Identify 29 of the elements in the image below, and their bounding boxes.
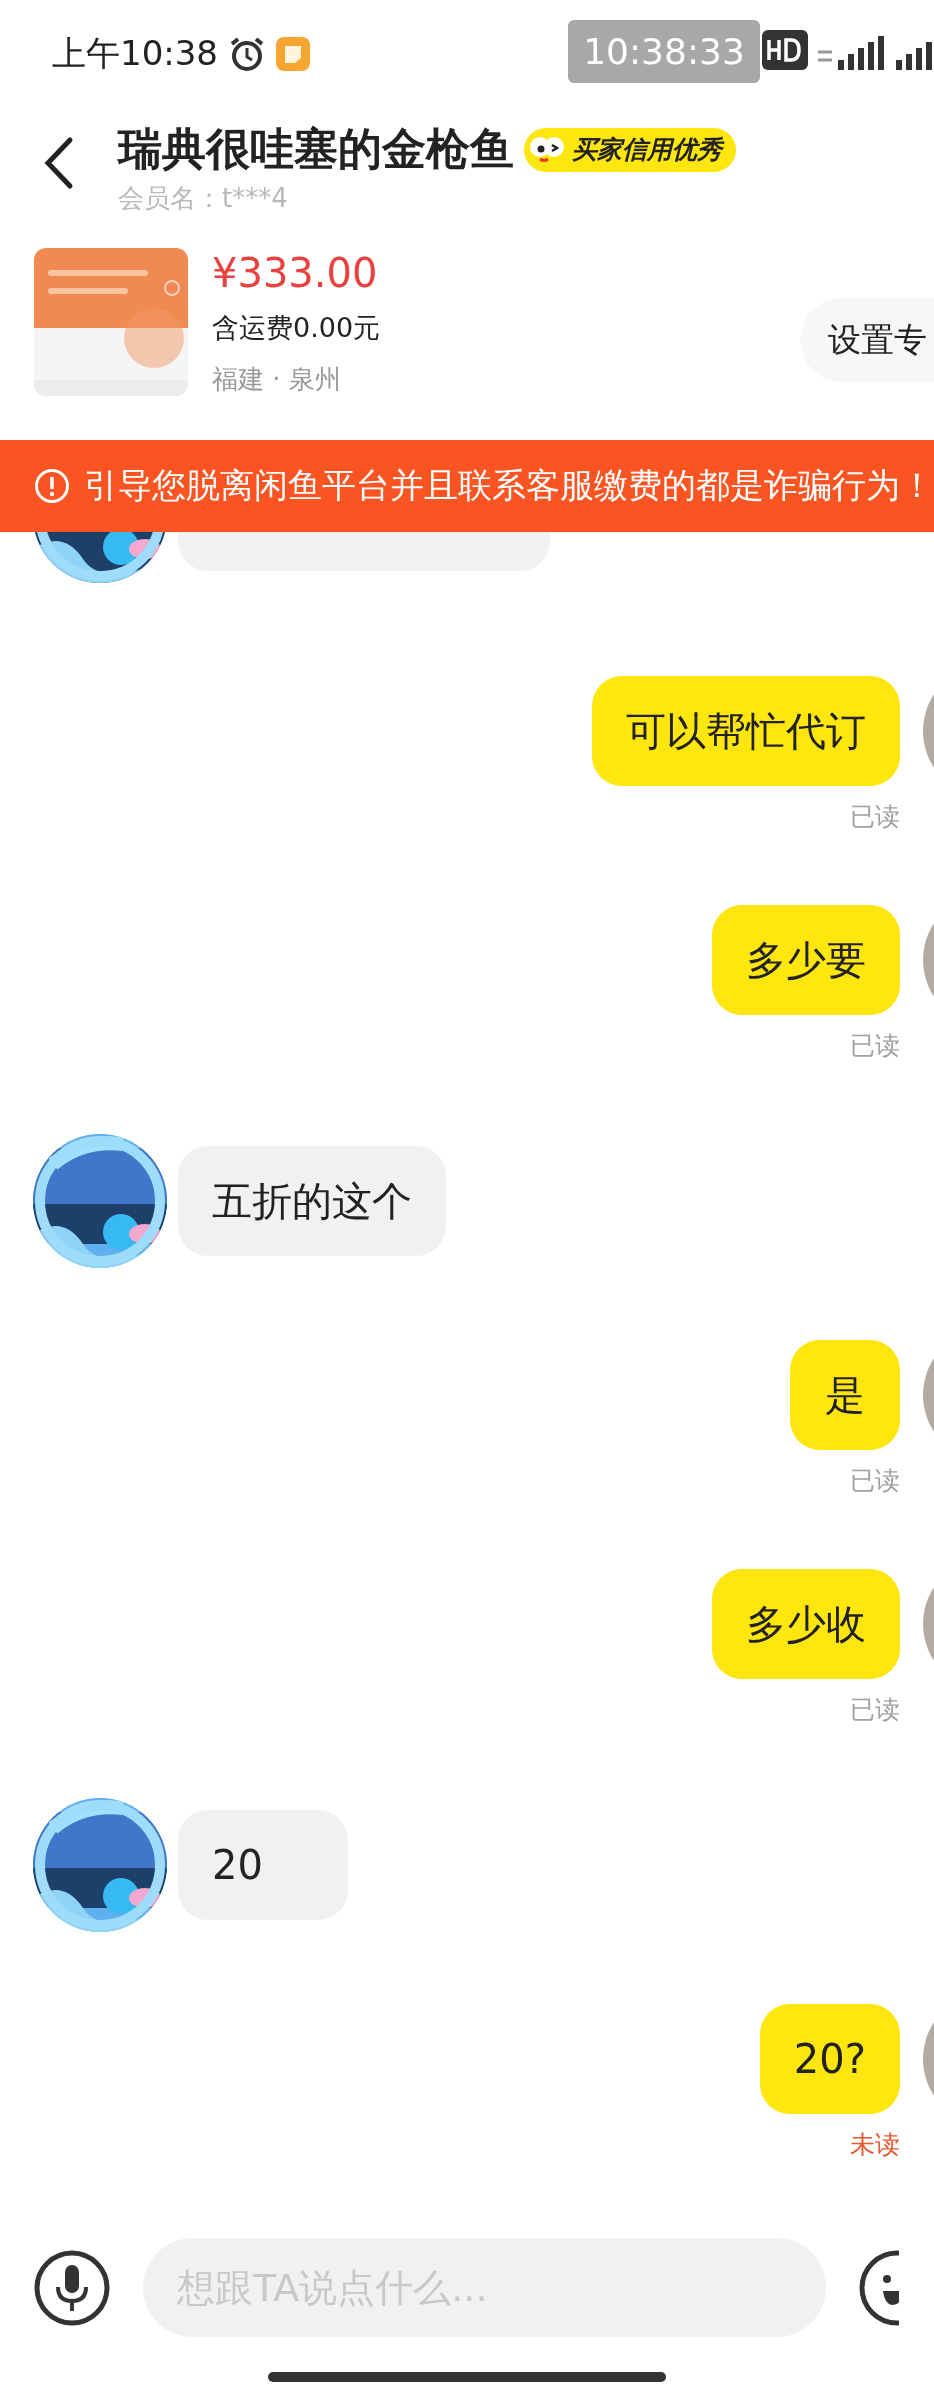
member-name: 会员名：t***4 [118, 182, 289, 215]
read-status: 已读 [850, 1030, 900, 1062]
read-status: 已读 [850, 801, 900, 833]
read-status: 已读 [850, 1465, 900, 1497]
read-status: 已读 [850, 1694, 900, 1726]
microphone-icon[interactable] [33, 2249, 111, 2327]
shipping-fee: 含运费0.00元 [212, 311, 381, 345]
read-status: 未读 [850, 2129, 900, 2161]
clock-overlay: 10:38:33 [568, 20, 760, 83]
app-notification-icon [276, 37, 310, 71]
action-button[interactable]: 设置专 [800, 298, 934, 382]
emoji-icon[interactable] [858, 2249, 899, 2327]
credit-badge: 买家信用优秀 [524, 127, 736, 172]
alarm-clock-icon [228, 35, 266, 73]
price: ¥333.00 [212, 249, 379, 298]
message-bubble: 多少收 [712, 1569, 900, 1679]
chat-title: 瑞典很哇塞的金枪鱼 [118, 122, 514, 176]
message-bubble: 可以帮忙代订 [592, 676, 900, 786]
message-bubble: 20? [759, 2004, 900, 2114]
status-time: 上午10:38 [52, 32, 218, 75]
message-bubble: 多少要 [712, 905, 900, 1015]
message-bubble: 是 [790, 1340, 900, 1450]
back-icon[interactable] [44, 136, 74, 190]
message-bubble: 20 [178, 1810, 348, 1920]
hd-icon [762, 30, 808, 70]
warning-icon [34, 468, 70, 504]
warning-text: 引导您脱离闲鱼平台并且联系客服缴费的都是诈骗行为！ [84, 464, 934, 507]
location: 福建 · 泉州 [212, 363, 342, 396]
message-bubble: 五折的这个 [178, 1146, 446, 1256]
